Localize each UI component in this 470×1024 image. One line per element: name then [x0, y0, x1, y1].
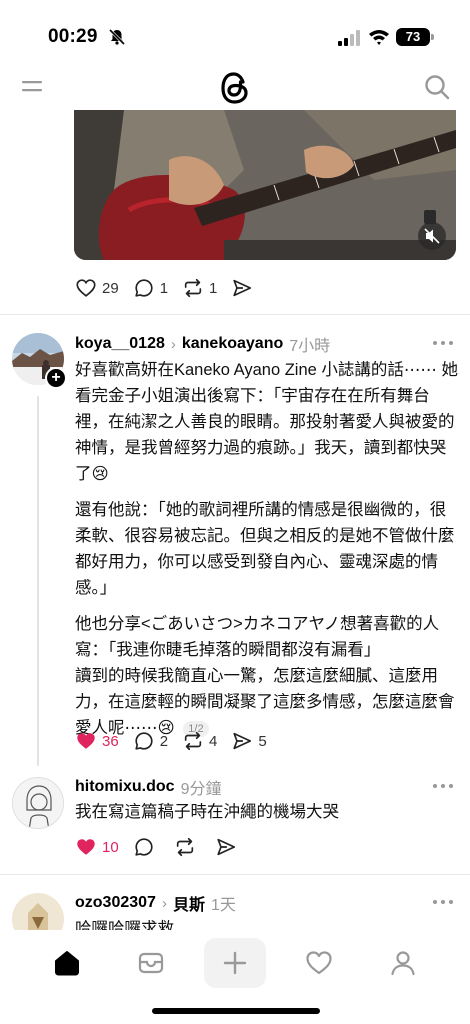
share-count: 5	[258, 732, 267, 750]
post-time: 9分鐘	[180, 781, 222, 798]
repost-button[interactable]	[174, 836, 201, 858]
share-button[interactable]	[215, 836, 242, 858]
follow-plus-badge[interactable]: +	[45, 367, 67, 389]
post-header: hitomixu.doc 9分鐘	[75, 775, 221, 799]
like-count: 36	[102, 732, 119, 750]
activity-icon	[306, 951, 332, 975]
threads-logo[interactable]	[218, 70, 252, 106]
like-button[interactable]: 36	[75, 730, 119, 752]
share-button[interactable]: 5	[231, 730, 267, 752]
post-header: koya__0128 › kanekoayano 7小時	[75, 332, 330, 356]
avatar-image	[13, 778, 63, 828]
post-body: 我在寫這篇稿子時在沖繩的機場大哭	[75, 799, 460, 825]
more-icon[interactable]	[432, 899, 454, 905]
battery-indicator: 73	[396, 28, 434, 46]
reply-button[interactable]: 2	[133, 730, 168, 752]
share-icon	[233, 279, 252, 297]
status-time: 00:29	[48, 26, 98, 47]
post-text: 我在寫這篇稿子時在沖繩的機場大哭	[75, 803, 339, 821]
username[interactable]: koya__0128	[75, 335, 165, 353]
nav-inbox[interactable]	[120, 938, 182, 988]
video-post-actions: 29 1 1	[75, 276, 272, 300]
username[interactable]: ozo302307	[75, 894, 156, 912]
wifi-icon	[369, 30, 389, 45]
reply-actions: 10	[75, 835, 256, 859]
share-icon	[233, 732, 252, 750]
repost-icon	[176, 837, 193, 857]
chevron-right-icon: ›	[161, 894, 167, 912]
menu-icon[interactable]	[22, 78, 42, 94]
like-button[interactable]: 29	[75, 277, 119, 299]
inbox-icon	[138, 952, 164, 974]
like-button[interactable]: 10	[75, 836, 119, 858]
repost-button[interactable]: 4	[182, 730, 217, 752]
search-icon[interactable]	[424, 74, 450, 100]
username[interactable]: hitomixu.doc	[75, 778, 175, 796]
post-time: 1天	[210, 897, 236, 914]
comment-icon	[135, 838, 153, 856]
repost-icon	[184, 731, 202, 751]
speaker-muted-icon	[424, 228, 440, 244]
reply-button[interactable]	[133, 836, 160, 858]
post-time: 7小時	[289, 338, 331, 355]
video-thumbnail[interactable]	[74, 110, 456, 260]
post-divider	[0, 874, 470, 875]
more-icon[interactable]	[432, 783, 454, 789]
status-bar: 00:29 73	[0, 0, 470, 60]
like-count: 10	[102, 838, 119, 856]
nav-profile[interactable]	[372, 938, 434, 988]
bell-muted-icon	[108, 28, 126, 46]
reply-count: 2	[159, 732, 169, 750]
post-actions: 36 2 4 5	[75, 729, 281, 753]
chevron-right-icon: ›	[170, 335, 176, 353]
repost-count: 1	[209, 279, 218, 297]
heart-filled-icon	[77, 733, 95, 749]
bass-guitar-image	[74, 110, 456, 260]
heart-icon	[76, 279, 96, 297]
reply-count: 1	[159, 279, 169, 297]
nav-home[interactable]	[36, 938, 98, 988]
thread-line	[37, 396, 39, 766]
reply-to-username[interactable]: 貝斯	[173, 891, 205, 915]
post-paragraph: 好喜歡高妍在Kaneko Ayano Zine 小誌講的話⋯⋯ 她看完金子小姐演…	[75, 361, 458, 483]
comment-icon	[135, 732, 153, 750]
like-count: 29	[102, 279, 119, 297]
cellular-signal-icon	[338, 30, 360, 46]
avatar[interactable]	[12, 777, 64, 829]
post-header: ozo302307 › 貝斯 1天	[75, 891, 236, 915]
share-button[interactable]	[231, 277, 258, 299]
home-indicator	[152, 1008, 320, 1014]
heart-filled-icon	[77, 839, 95, 855]
post-paragraph: 他也分享<ごあいさつ>カネコアヤノ想著喜歡的人寫：「我連你睫毛掉落的瞬間都沒有漏…	[75, 615, 455, 737]
post-paragraph: 還有他說：「她的歌詞裡所講的情感是很幽微的，很柔軟、很容易被忘記。但與之相反的是…	[75, 501, 455, 597]
top-nav	[0, 64, 470, 112]
repost-count: 4	[209, 732, 218, 750]
comment-icon	[135, 279, 153, 297]
compose-icon	[223, 951, 247, 975]
repost-button[interactable]: 1	[182, 277, 217, 299]
reply-button[interactable]: 1	[133, 277, 168, 299]
post-divider	[0, 314, 470, 315]
mute-toggle[interactable]	[418, 222, 446, 250]
post-body: 好喜歡高妍在Kaneko Ayano Zine 小誌講的話⋯⋯ 她看完金子小姐演…	[75, 357, 460, 741]
repost-icon	[184, 278, 202, 298]
reply-to-username[interactable]: kanekoayano	[182, 335, 283, 353]
more-icon[interactable]	[432, 340, 454, 346]
share-icon	[217, 838, 235, 856]
home-icon	[55, 951, 79, 976]
profile-icon	[391, 951, 415, 976]
nav-activity[interactable]	[288, 938, 350, 988]
nav-compose[interactable]	[204, 938, 266, 988]
